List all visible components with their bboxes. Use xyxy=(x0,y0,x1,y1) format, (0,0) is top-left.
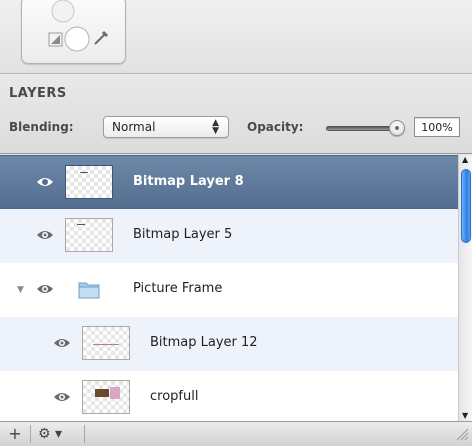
layer-thumbnail xyxy=(82,326,130,360)
layer-thumbnail xyxy=(65,218,113,252)
scroll-down-icon[interactable]: ▼ xyxy=(462,411,468,420)
color-picker-icon xyxy=(48,0,109,52)
bottom-bar: + ⚙ ▾ xyxy=(0,421,472,446)
toolbar-area xyxy=(0,0,472,74)
layer-row-bitmap-layer-12[interactable]: Bitmap Layer 12 xyxy=(0,317,458,371)
layer-name: Bitmap Layer 5 xyxy=(133,227,233,242)
layer-thumbnail xyxy=(82,380,130,414)
layer-name: Bitmap Layer 12 xyxy=(150,335,258,350)
blending-value: Normal xyxy=(112,120,156,134)
scroll-up-icon[interactable]: ▲ xyxy=(462,155,468,164)
opacity-input[interactable] xyxy=(414,117,460,137)
divider xyxy=(84,425,85,443)
layer-row-picture-frame[interactable]: ▼ Picture Frame xyxy=(0,263,458,317)
panel-title: LAYERS xyxy=(9,86,67,101)
layer-list: Bitmap Layer 8 Bitmap Layer 5 ▼ Picture … xyxy=(0,155,458,421)
add-layer-button[interactable]: + xyxy=(6,425,24,443)
layer-name: cropfull xyxy=(150,389,199,404)
disclosure-triangle-icon[interactable]: ▼ xyxy=(17,285,24,295)
layer-row-bitmap-layer-8[interactable]: Bitmap Layer 8 xyxy=(0,155,458,209)
layer-options-button[interactable]: ⚙ ▾ xyxy=(38,425,78,443)
layers-header: LAYERS Blending: Normal ▲ ▼ Opacity: xyxy=(0,74,472,154)
opacity-label: Opacity: xyxy=(247,120,304,134)
resize-grip-icon[interactable] xyxy=(455,427,469,441)
eye-icon[interactable] xyxy=(36,228,54,242)
layer-thumbnail xyxy=(65,165,113,199)
divider xyxy=(30,425,31,443)
eye-icon[interactable] xyxy=(53,336,71,350)
blending-label: Blending: xyxy=(9,120,74,134)
eye-icon[interactable] xyxy=(53,390,71,404)
eye-icon[interactable] xyxy=(36,175,54,189)
layer-row-cropfull[interactable]: cropfull xyxy=(0,371,458,421)
scroll-thumb[interactable] xyxy=(461,169,471,243)
eye-icon[interactable] xyxy=(36,282,54,296)
opacity-slider-knob[interactable] xyxy=(389,120,405,136)
layer-name: Bitmap Layer 8 xyxy=(133,174,244,189)
layer-row-bitmap-layer-5[interactable]: Bitmap Layer 5 xyxy=(0,209,458,263)
gear-icon: ⚙ ▾ xyxy=(38,426,63,442)
folder-icon xyxy=(78,282,100,299)
plus-icon: + xyxy=(8,424,22,443)
layer-list-scrollbar[interactable]: ▲ ▼ xyxy=(458,155,472,421)
blending-select[interactable]: Normal ▲ ▼ xyxy=(103,116,229,138)
color-tool-button[interactable] xyxy=(21,0,126,64)
layer-name: Picture Frame xyxy=(133,281,223,296)
select-arrows-icon: ▲ ▼ xyxy=(212,118,219,136)
